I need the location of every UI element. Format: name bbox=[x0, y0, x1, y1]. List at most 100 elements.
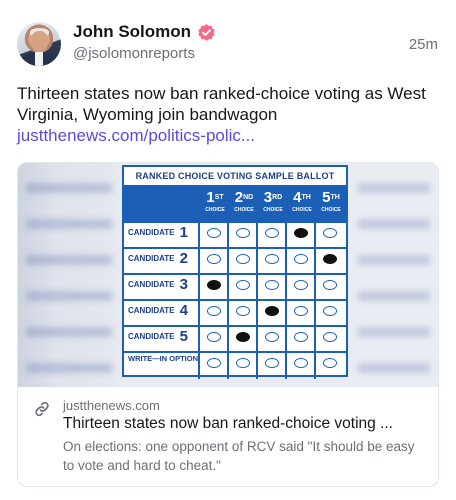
ballot-cell bbox=[227, 223, 257, 247]
ballot-cell bbox=[314, 327, 344, 351]
ballot-cell bbox=[198, 301, 228, 325]
ballot-cell bbox=[198, 327, 228, 351]
author-name[interactable]: John Solomon bbox=[73, 22, 191, 42]
ballot-cell bbox=[314, 353, 344, 379]
ballot-oval bbox=[265, 254, 279, 264]
ballot-cell bbox=[227, 327, 257, 351]
ballot-oval bbox=[207, 358, 221, 368]
ballot-cell bbox=[198, 353, 228, 379]
ballot-oval bbox=[294, 306, 308, 316]
ballot-cell bbox=[314, 249, 344, 273]
ballot-choice-header: 4TH CHOICE bbox=[287, 189, 317, 214]
ballot-oval-filled bbox=[294, 228, 308, 238]
ballot-title: RANKED CHOICE VOTING SAMPLE BALLOT bbox=[124, 167, 346, 185]
ballot-row: CANDIDATE 5 bbox=[124, 325, 346, 351]
ballot-header: 1ST CHOICE 2ND CHOICE 3RD CHOICE 4TH CHOICE 5TH C… bbox=[124, 185, 346, 221]
ballot-oval bbox=[236, 280, 250, 290]
choice-label: CHOICE bbox=[292, 207, 312, 213]
choice-suffix: TH bbox=[330, 194, 340, 201]
ballot-oval-filled bbox=[265, 306, 279, 316]
ballot-cell bbox=[314, 301, 344, 325]
ballot-row-label: CANDIDATE 5 bbox=[128, 328, 189, 345]
ballot-oval bbox=[323, 306, 337, 316]
avatar-face bbox=[31, 31, 48, 52]
ballot-cell bbox=[285, 327, 315, 351]
post-link[interactable]: justthenews.com/politics-polic... bbox=[17, 125, 255, 146]
ballot-row-label: CANDIDATE 3 bbox=[128, 276, 189, 293]
choice-number: 1ST bbox=[206, 189, 224, 206]
candidate-number: 5 bbox=[175, 328, 189, 345]
choice-suffix: ND bbox=[243, 194, 254, 201]
sample-ballot: RANKED CHOICE VOTING SAMPLE BALLOT 1ST CH… bbox=[122, 165, 348, 379]
ballot-oval bbox=[236, 358, 250, 368]
choice-suffix: TH bbox=[301, 194, 311, 201]
ballot-row-label: CANDIDATE 4 bbox=[128, 302, 189, 319]
ballot-oval bbox=[294, 358, 308, 368]
choice-label: CHOICE bbox=[263, 207, 283, 213]
ballot-cell bbox=[285, 275, 315, 299]
ballot-row: CANDIDATE 1 bbox=[124, 221, 346, 247]
ballot-oval bbox=[323, 280, 337, 290]
ballot-oval bbox=[323, 358, 337, 368]
ballot-row: CANDIDATE 4 bbox=[124, 299, 346, 325]
ballot-oval bbox=[265, 228, 279, 238]
candidate-number: 4 bbox=[175, 302, 189, 319]
ballot-row-label: CANDIDATE 1 bbox=[128, 224, 189, 241]
ballot-oval-filled bbox=[236, 332, 250, 342]
ballot-cell bbox=[256, 353, 286, 379]
choice-number: 3RD bbox=[263, 189, 283, 206]
choice-number: 2ND bbox=[234, 189, 254, 206]
ballot-oval bbox=[294, 280, 308, 290]
ballot-cell bbox=[227, 275, 257, 299]
card-description: On elections: one opponent of RCV said "… bbox=[63, 439, 415, 473]
ballot-cell bbox=[256, 223, 286, 247]
ballot-cell bbox=[285, 249, 315, 273]
ballot-oval bbox=[294, 254, 308, 264]
ballot-oval bbox=[265, 358, 279, 368]
ballot-row: WRITE—IN OPTION bbox=[124, 351, 346, 379]
candidate-number: 1 bbox=[175, 224, 189, 241]
ballot-cell bbox=[256, 301, 286, 325]
ballot-choice-header: 3RD CHOICE bbox=[258, 189, 288, 214]
avatar[interactable] bbox=[17, 22, 61, 66]
ballot-oval-filled bbox=[207, 280, 221, 290]
card-title[interactable]: Thirteen states now ban ranked-choice vo… bbox=[63, 415, 433, 433]
card-domain: justthenews.com bbox=[63, 398, 160, 413]
choice-suffix: RD bbox=[272, 194, 283, 201]
choice-label: CHOICE bbox=[321, 207, 341, 213]
ballot-oval bbox=[207, 254, 221, 264]
ballot-choice-header: 2ND CHOICE bbox=[229, 189, 259, 214]
ballot-cell bbox=[256, 327, 286, 351]
post-timestamp[interactable]: 25m bbox=[409, 36, 438, 53]
ballot-cell bbox=[198, 275, 228, 299]
post-text: Thirteen states now ban ranked-choice vo… bbox=[17, 84, 426, 124]
choice-suffix: ST bbox=[214, 194, 224, 201]
ballot-row: CANDIDATE 2 bbox=[124, 247, 346, 273]
card-image[interactable]: RANKED CHOICE VOTING SAMPLE BALLOT 1ST CH… bbox=[18, 163, 438, 387]
ballot-oval bbox=[207, 306, 221, 316]
ballot-oval-filled bbox=[323, 254, 337, 264]
link-preview-card[interactable]: RANKED CHOICE VOTING SAMPLE BALLOT 1ST CH… bbox=[17, 162, 439, 487]
choice-number: 4TH bbox=[293, 189, 311, 206]
ballot-oval bbox=[236, 306, 250, 316]
link-icon bbox=[35, 401, 49, 417]
choice-number: 5TH bbox=[322, 189, 340, 206]
social-post: John Solomon @jsolomonreports 25m Thirte… bbox=[0, 0, 456, 500]
ballot-row-label: WRITE—IN OPTION bbox=[128, 354, 198, 363]
choice-label: CHOICE bbox=[234, 207, 254, 213]
ballot-cell bbox=[256, 275, 286, 299]
ballot-cell bbox=[256, 249, 286, 273]
ballot-oval bbox=[323, 332, 337, 342]
card-meta: justthenews.com Thirteen states now ban … bbox=[18, 387, 438, 486]
ballot-oval bbox=[207, 332, 221, 342]
author-handle[interactable]: @jsolomonreports bbox=[73, 45, 195, 62]
ballot-cell bbox=[198, 249, 228, 273]
candidate-number: 2 bbox=[175, 250, 189, 267]
ballot-oval bbox=[323, 228, 337, 238]
ballot-cell bbox=[314, 275, 344, 299]
ballot-cell bbox=[227, 353, 257, 379]
ballot-cell bbox=[285, 353, 315, 379]
ballot-oval bbox=[236, 228, 250, 238]
ballot-cell bbox=[227, 249, 257, 273]
ballot-row: CANDIDATE 3 bbox=[124, 273, 346, 299]
